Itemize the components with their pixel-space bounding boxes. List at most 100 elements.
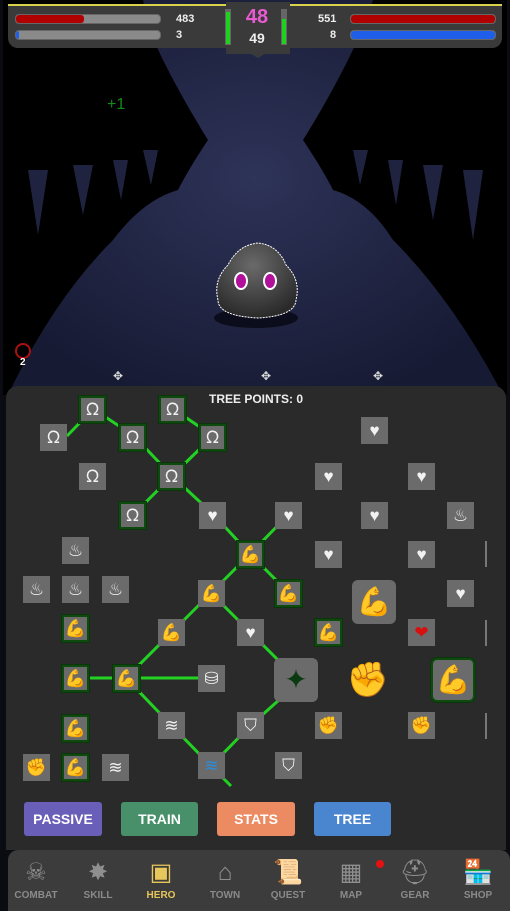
- tree-node-muscle[interactable]: 💪: [315, 619, 342, 646]
- nav-map[interactable]: ▦ MAP: [323, 850, 379, 911]
- tree-node-heart[interactable]: ♥: [315, 463, 342, 490]
- nav-shop[interactable]: 🏪 SHOP: [450, 850, 506, 911]
- nav-combat[interactable]: ☠ COMBAT: [8, 850, 64, 911]
- buff-count: 2: [20, 357, 26, 368]
- big-heart-icon: ❤: [414, 623, 429, 642]
- nav-gear[interactable]: ⛑ GEAR: [387, 850, 443, 911]
- tree-node-wave[interactable]: ≋: [102, 754, 129, 781]
- floating-gain-text: +1: [107, 96, 126, 113]
- nav-town[interactable]: ⌂ TOWN: [197, 850, 253, 911]
- shield-icon: ⛉: [244, 716, 257, 735]
- wave-icon: ≋: [164, 716, 179, 735]
- wave-icon: ≋: [108, 758, 123, 777]
- tree-node-fire[interactable]: ♨: [447, 502, 474, 529]
- muscle-icon: 💪: [200, 584, 223, 603]
- tree-node-muscle[interactable]: 💪: [275, 580, 302, 607]
- claw-icon: ᘯ: [86, 400, 99, 419]
- scroll-icon: 📜: [273, 859, 303, 886]
- fire-icon: ♨: [67, 580, 84, 599]
- map-icon: ▦: [339, 859, 363, 886]
- tree-node-muscle[interactable]: 💪: [62, 665, 89, 692]
- pebble-icon: ✥: [261, 369, 272, 383]
- tree-node-fist[interactable]: ✊: [315, 712, 342, 739]
- tree-node-skill-tree[interactable]: ⛁: [198, 665, 225, 692]
- tree-node-muscle[interactable]: 💪: [158, 619, 185, 646]
- tree-node-claw[interactable]: ᘯ: [159, 396, 186, 423]
- player-mp-bar: [15, 30, 161, 40]
- tree-node-heart[interactable]: ♥: [361, 502, 388, 529]
- claw-icon: ᘯ: [86, 467, 99, 486]
- passive-button[interactable]: PASSIVE: [24, 802, 102, 836]
- fist-icon: ✊: [25, 758, 48, 777]
- tree-node-muscle[interactable]: 💪: [352, 580, 396, 624]
- muscle-icon: 💪: [317, 623, 340, 642]
- shield-icon: ⛉: [282, 756, 295, 775]
- skill-tree-panel[interactable]: TREE POINTS: 0 ᘯ ᘯ ᘯ ᘯ ᘯ ᘯ ᘯ ᘯ ♥ ♥ ♥ ♥ ♥ ♥ ♨ ♨ ♨ ♨ ♨ 💪 💪 💪 💪 💪 ♥…: [6, 386, 506, 850]
- tree-node-claw[interactable]: ᘯ: [40, 424, 67, 451]
- tree-node-fist[interactable]: ✊: [23, 754, 50, 781]
- muscle-icon: 💪: [356, 586, 392, 617]
- tree-node-fire[interactable]: ♨: [62, 537, 89, 564]
- muscle-icon: 💪: [64, 619, 87, 638]
- heart-icon: ♥: [323, 467, 334, 486]
- enemy-mp-value: 8: [330, 29, 337, 41]
- skill-tree-icon: ⛁: [204, 669, 219, 688]
- scroll-edge: [485, 620, 487, 646]
- pebble-icon: ✥: [373, 369, 384, 383]
- hero-card-icon: ▣: [149, 859, 173, 886]
- tree-button[interactable]: TREE: [314, 802, 391, 836]
- claw-icon: ᘯ: [165, 467, 178, 486]
- nav-quest[interactable]: 📜 QUEST: [260, 850, 316, 911]
- heart-icon: ♥: [283, 506, 294, 525]
- enemy-mp-bar: [350, 30, 496, 40]
- tree-node-muscle[interactable]: 💪: [62, 754, 89, 781]
- claw-icon: ᘯ: [47, 428, 60, 447]
- tree-node-muscle[interactable]: 💪: [431, 658, 475, 702]
- tree-node-big-wave[interactable]: ≋: [198, 752, 225, 779]
- tree-node-muscle[interactable]: 💪: [198, 580, 225, 607]
- tree-node-fire[interactable]: ♨: [23, 576, 50, 603]
- fire-icon: ♨: [107, 580, 124, 599]
- tree-node-heart[interactable]: ♥: [447, 580, 474, 607]
- muscle-icon: 💪: [277, 584, 300, 603]
- tree-node-heart[interactable]: ♥: [237, 619, 264, 646]
- tree-node-muscle[interactable]: 💪: [62, 615, 89, 642]
- tree-node-shield[interactable]: ⛉: [275, 752, 302, 779]
- tree-node-heart[interactable]: ♥: [199, 502, 226, 529]
- tree-node-muscle[interactable]: 💪: [62, 715, 89, 742]
- train-button[interactable]: TRAIN: [121, 802, 198, 836]
- fire-icon: ♨: [28, 580, 45, 599]
- tree-node-muscle[interactable]: 💪: [237, 541, 264, 568]
- tree-node-claw[interactable]: ᘯ: [199, 424, 226, 451]
- tree-node-wave[interactable]: ≋: [158, 712, 185, 739]
- tree-node-fist[interactable]: ✊: [408, 712, 435, 739]
- tree-node-claw[interactable]: ᘯ: [119, 502, 146, 529]
- tree-node-big-heart[interactable]: ❤: [408, 619, 435, 646]
- tree-node-heart[interactable]: ♥: [315, 541, 342, 568]
- tree-node-claw[interactable]: ᘯ: [119, 424, 146, 451]
- level-current: 48: [245, 6, 269, 28]
- town-icon: ⌂: [217, 859, 233, 886]
- level-next: 49: [249, 30, 265, 46]
- nav-skill[interactable]: ✸ SKILL: [70, 850, 126, 911]
- tree-node-claw[interactable]: ᘯ: [158, 463, 185, 490]
- fist-icon: ✊: [410, 716, 433, 735]
- tree-node-heart[interactable]: ♥: [361, 417, 388, 444]
- heart-icon: ♥: [416, 545, 427, 564]
- tree-node-fire[interactable]: ♨: [62, 576, 89, 603]
- tree-node-shield[interactable]: ⛉: [237, 712, 264, 739]
- tree-node-fist[interactable]: ✊: [346, 658, 390, 702]
- muscle-icon: 💪: [64, 719, 87, 738]
- stats-button[interactable]: STATS: [217, 802, 295, 836]
- tree-node-big-muscle[interactable]: 💪: [113, 665, 140, 692]
- tree-node-heart[interactable]: ♥: [408, 541, 435, 568]
- tree-node-claw[interactable]: ᘯ: [79, 463, 106, 490]
- tree-node-big-shield[interactable]: ✦: [274, 658, 318, 702]
- tree-node-heart[interactable]: ♥: [408, 463, 435, 490]
- tree-node-fire[interactable]: ♨: [102, 576, 129, 603]
- tree-node-claw[interactable]: ᘯ: [79, 396, 106, 423]
- enemy-hp-value: 551: [318, 13, 337, 25]
- left-xp-gauge: [225, 9, 231, 45]
- nav-hero[interactable]: ▣ HERO: [133, 850, 189, 911]
- tree-node-heart[interactable]: ♥: [275, 502, 302, 529]
